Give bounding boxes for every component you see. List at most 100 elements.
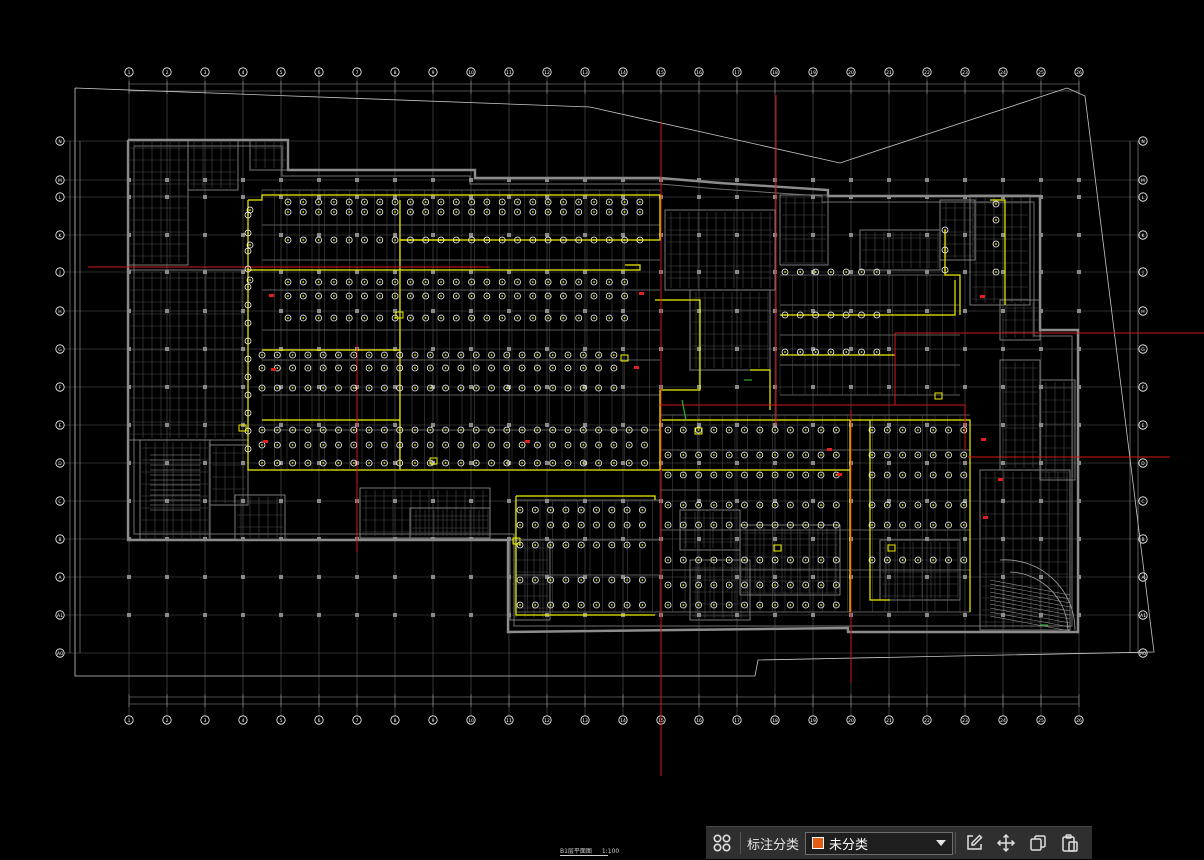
column [887, 309, 891, 313]
sprinkler-head-center [901, 559, 904, 561]
sprinkler-head-center [697, 604, 700, 606]
column [735, 461, 739, 465]
axis-bubble-label: 17 [734, 70, 740, 76]
column [1001, 537, 1005, 541]
sprinkler-pipe [248, 269, 401, 470]
sprinkler-head-center [424, 239, 427, 241]
move-icon[interactable] [990, 827, 1022, 860]
column [241, 613, 245, 617]
sprinkler-head-center [247, 322, 249, 324]
sprinkler-head-center [261, 354, 263, 356]
sprinkler-head-center [429, 367, 432, 369]
column [1039, 309, 1043, 313]
sprinkler-head-center [551, 429, 554, 431]
column [925, 347, 929, 351]
sprinkler-head-center [486, 281, 488, 283]
sprinkler-head-center [641, 524, 644, 526]
sprinkler-head-center [322, 444, 325, 446]
axis-bubble-label: C [1141, 499, 1144, 505]
sprinkler-head-center [932, 559, 935, 561]
sprinkler-head-center [444, 462, 447, 464]
sprinkler-head-center [460, 462, 462, 464]
axis-bubble-label: A1 [57, 613, 63, 619]
sprinkler-head-center [475, 444, 478, 446]
edit-icon[interactable] [958, 827, 990, 860]
column [165, 537, 169, 541]
axis-bubble-label: 1 [128, 718, 131, 724]
column [1077, 178, 1081, 182]
axis-bubble-label: 20 [848, 718, 854, 724]
copy-icon[interactable] [1022, 827, 1054, 860]
column [1039, 233, 1043, 237]
paste-icon[interactable] [1054, 827, 1086, 860]
sprinkler-head-center [886, 429, 889, 431]
column [697, 423, 701, 427]
column [317, 309, 321, 313]
column [165, 499, 169, 503]
red-marker [998, 478, 1003, 481]
column [925, 270, 929, 274]
sprinkler-head-center [804, 524, 807, 526]
column [165, 233, 169, 237]
column [849, 178, 853, 182]
sprinkler-head-center [567, 462, 569, 464]
axis-bubble-label: B [1141, 537, 1144, 543]
column [507, 423, 511, 427]
sprinkler-head-center [394, 295, 396, 297]
sprinkler-head-center [639, 239, 641, 241]
column [811, 613, 815, 617]
sprinkler-head-center [536, 354, 539, 356]
axis-bubble-label: 15 [658, 70, 664, 76]
column [431, 309, 435, 313]
sprinkler-head-center [682, 524, 685, 526]
sprinkler-head-center [261, 462, 263, 464]
column [811, 233, 815, 237]
axis-bubble-label: 18 [772, 70, 778, 76]
sprinkler-head-center [728, 454, 731, 456]
sprinkler-head-center [886, 504, 889, 506]
sprinkler-head-center [597, 354, 600, 356]
cad-drawing-canvas[interactable]: 1122334455667788991010111112121313141415… [0, 0, 1204, 859]
column [963, 461, 967, 465]
sprinkler-head-center [623, 295, 626, 297]
sprinkler-head-center [610, 544, 613, 546]
red-marker [634, 366, 639, 369]
sprinkler-head-center [287, 317, 289, 319]
column [393, 233, 397, 237]
column [203, 385, 207, 389]
column [165, 423, 169, 427]
red-marker [983, 516, 988, 519]
annotation-category-select[interactable]: 未分类 [805, 831, 954, 855]
column [1001, 178, 1005, 182]
axis-bubble-label: 3 [204, 718, 207, 724]
sprinkler-head-center [577, 317, 580, 319]
sprinkler-head-center [697, 559, 700, 561]
grid-four-circles-icon[interactable] [706, 827, 738, 860]
red-marker [639, 292, 644, 295]
sprinkler-head-center [597, 444, 600, 446]
sprinkler-head-center [348, 211, 351, 213]
sprinkler-head-center [613, 354, 615, 356]
sprinkler-head-center [804, 504, 807, 506]
axis-bubble-label: M [58, 178, 62, 184]
axis-bubble-label: 9 [432, 718, 435, 724]
column [127, 499, 131, 503]
column [127, 309, 131, 313]
axis-bubble-label: 19 [810, 718, 816, 724]
column [1077, 233, 1081, 237]
sprinkler-head-center [307, 354, 309, 356]
axis-bubble-label: 1 [128, 70, 131, 76]
sprinkler-head-center [317, 317, 320, 319]
sprinkler-head-center [582, 462, 585, 464]
red-marker [271, 368, 276, 371]
sprinkler-head-center [352, 387, 355, 389]
column [925, 385, 929, 389]
sprinkler-head-center [565, 579, 567, 581]
axis-bubble-label: 20 [848, 70, 854, 76]
column [1001, 309, 1005, 313]
sprinkler-head-center [947, 474, 950, 476]
column [583, 233, 587, 237]
column [279, 613, 283, 617]
sprinkler-head-center [947, 559, 950, 561]
column [127, 385, 131, 389]
